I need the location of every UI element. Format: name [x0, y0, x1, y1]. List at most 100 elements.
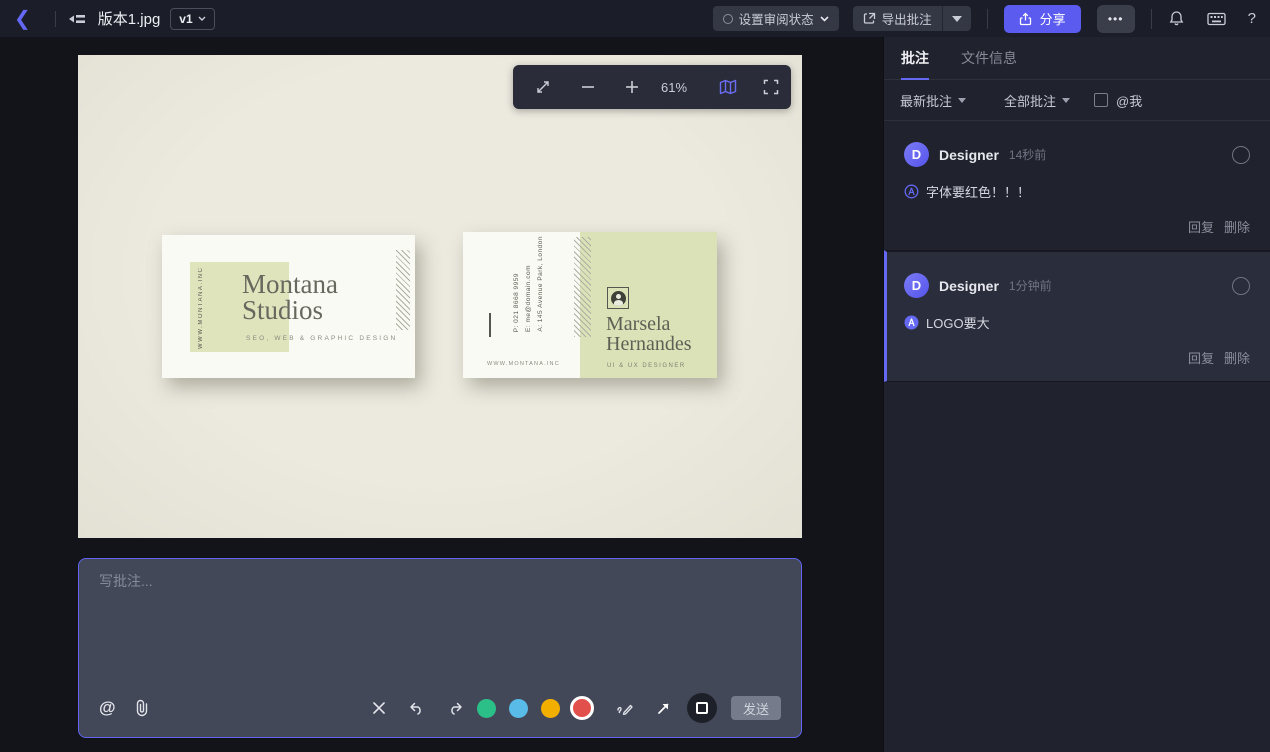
card-site: WWW.MONTANA.INC: [487, 361, 560, 367]
color-blue[interactable]: [509, 699, 528, 718]
comment-composer: @: [78, 558, 802, 738]
help-icon[interactable]: ?: [1248, 10, 1256, 27]
share-label: 分享: [1040, 9, 1066, 28]
arrow-tool-icon[interactable]: [656, 701, 671, 716]
clear-drawing-icon[interactable]: [372, 701, 386, 715]
triangle-down-icon: [952, 16, 962, 22]
comment-body: LOGO要大: [904, 313, 1250, 332]
color-red-selected[interactable]: [570, 696, 594, 720]
chevron-down-icon: [820, 16, 829, 22]
caret-down-icon: [1062, 98, 1070, 103]
sort-filter-label: 最新批注: [900, 91, 952, 110]
avatar: D: [904, 273, 929, 298]
scope-filter-label: 全部批注: [1004, 91, 1056, 110]
hatch-decoration: [574, 237, 591, 337]
resolve-circle[interactable]: [1232, 146, 1250, 164]
card-person-role: UI & UX DESIGNER: [607, 363, 686, 369]
business-card-back: P: 021 8668 9959 E: me@domain.com A: 145…: [463, 232, 717, 378]
comments-sidebar: 批注 文件信息 最新批注 全部批注 @我 D Designer 14秒前 字体要…: [883, 37, 1270, 752]
notifications-bell-icon[interactable]: [1168, 10, 1185, 27]
zoom-toolbar: 61%: [513, 65, 791, 109]
mention-icon[interactable]: @: [99, 698, 116, 718]
annotation-marker-icon: [904, 315, 919, 330]
keyboard-shortcuts-icon[interactable]: [1207, 12, 1226, 26]
comment-actions: 回复 删除: [904, 217, 1250, 236]
avatar: D: [904, 142, 929, 167]
comment-header: D Designer 14秒前: [904, 142, 1250, 167]
composer-toolbar: @: [99, 691, 781, 725]
caret-down-icon: [958, 98, 966, 103]
tab-comments[interactable]: 批注: [901, 37, 929, 80]
back-icon[interactable]: ❮: [14, 9, 31, 29]
zoom-out-button[interactable]: [581, 80, 595, 94]
comment-item-selected[interactable]: D Designer 1分钟前 LOGO要大 回复 删除: [884, 250, 1270, 382]
comment-time: 1分钟前: [1009, 277, 1052, 294]
outline-toggle-icon[interactable]: [68, 12, 86, 26]
resolve-circle[interactable]: [1232, 277, 1250, 295]
hatch-decoration: [396, 250, 410, 330]
divider: [55, 11, 56, 27]
rectangle-icon: [696, 702, 708, 714]
card-address: A: 145 Avenue Park, London: [537, 236, 544, 332]
top-bar: ❮ 版本1.jpg v1 设置审阅状态 导出批注 分享 ••• ?: [0, 0, 1270, 37]
comment-author: Designer: [939, 147, 999, 163]
image-preview[interactable]: WWW.MONTANA.INC Montana Studios SEO, WEB…: [78, 55, 802, 538]
comment-actions: 回复 删除: [904, 348, 1250, 367]
fit-to-screen-icon[interactable]: [535, 79, 551, 95]
tab-file-info[interactable]: 文件信息: [961, 37, 1017, 80]
version-label: v1: [179, 12, 192, 26]
comment-body: 字体要红色！！！: [904, 182, 1250, 201]
more-button[interactable]: •••: [1097, 5, 1135, 33]
file-title: 版本1.jpg: [98, 8, 161, 29]
share-button[interactable]: 分享: [1004, 5, 1081, 33]
divider: [1151, 9, 1152, 29]
mention-me-label: @我: [1116, 91, 1142, 110]
reply-link[interactable]: 回复: [1188, 217, 1214, 236]
sidebar-tabs: 批注 文件信息: [884, 37, 1270, 80]
undo-icon[interactable]: [408, 701, 425, 715]
sort-filter-dropdown[interactable]: 最新批注: [900, 91, 966, 110]
divider: [987, 9, 988, 29]
reply-link[interactable]: 回复: [1188, 348, 1214, 367]
comment-author: Designer: [939, 278, 999, 294]
redo-icon[interactable]: [447, 701, 464, 715]
export-notes-button-group: 导出批注: [853, 6, 971, 31]
version-selector[interactable]: v1: [170, 8, 214, 30]
comment-item[interactable]: D Designer 14秒前 字体要红色！！！ 回复 删除: [884, 121, 1270, 250]
set-review-status-button[interactable]: 设置审阅状态: [713, 6, 839, 31]
mention-me-checkbox[interactable]: [1094, 93, 1108, 107]
pencil-draw-icon[interactable]: [616, 701, 634, 716]
business-card-front: WWW.MONTANA.INC Montana Studios SEO, WEB…: [162, 235, 415, 378]
scope-filter-dropdown[interactable]: 全部批注: [1004, 91, 1070, 110]
attachment-icon[interactable]: [134, 699, 150, 717]
send-button[interactable]: 发送: [731, 696, 781, 720]
status-circle-icon: [723, 14, 733, 24]
export-notes-label: 导出批注: [882, 9, 932, 28]
card-tagline: SEO, WEB & GRAPHIC DESIGN: [246, 335, 397, 342]
minimap-icon[interactable]: [719, 79, 737, 95]
comment-text: 字体要红色！！！: [926, 182, 1030, 201]
delete-link[interactable]: 删除: [1224, 348, 1250, 367]
card-company-name: Montana Studios: [242, 271, 338, 324]
export-dropdown-button[interactable]: [943, 6, 971, 31]
card-green-half: [580, 232, 717, 378]
rectangle-tool[interactable]: [687, 693, 717, 723]
chevron-down-icon: [198, 16, 206, 21]
card-email: E: me@domain.com: [525, 265, 532, 332]
fullscreen-icon[interactable]: [763, 79, 779, 95]
color-green[interactable]: [477, 699, 496, 718]
card-person-name: Marsela Hernandes: [606, 315, 692, 354]
card-phone: P: 021 8668 9959: [513, 273, 520, 332]
comment-input[interactable]: [99, 571, 781, 691]
card-person-icon: [607, 287, 629, 309]
canvas-area: WWW.MONTANA.INC Montana Studios SEO, WEB…: [0, 37, 883, 752]
color-yellow[interactable]: [541, 699, 560, 718]
comment-text: LOGO要大: [926, 313, 990, 332]
comment-header: D Designer 1分钟前: [904, 273, 1250, 298]
comment-time: 14秒前: [1009, 146, 1046, 163]
annotation-marker-icon: [904, 184, 919, 199]
export-notes-button[interactable]: 导出批注: [853, 6, 943, 31]
delete-link[interactable]: 删除: [1224, 217, 1250, 236]
share-icon: [1019, 12, 1033, 26]
zoom-in-button[interactable]: [625, 80, 639, 94]
